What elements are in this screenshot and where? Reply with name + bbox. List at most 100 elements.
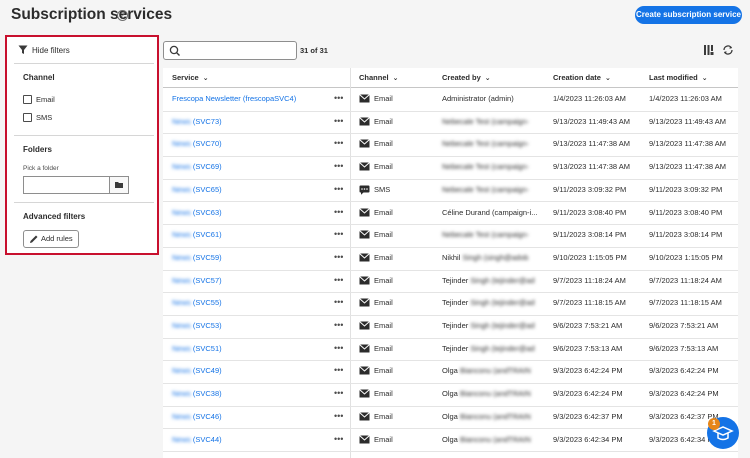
email-icon [359,411,370,423]
created-by: Tejinder Singh (tejinder@ad [442,344,535,353]
chevron-down-icon: ⌄ [202,75,209,82]
folder-picker-button[interactable] [109,176,129,194]
table-row[interactable]: News (SVC51) ••• Email Tejinder Singh (teji… [163,338,738,362]
table-row[interactable]: Frescopa Newsletter (frescopaSVC4) ••• Ema… [163,88,738,112]
service-link[interactable]: News (SVC59) [172,253,222,262]
more-actions-icon[interactable]: ••• [334,207,343,217]
created-by: Nebecale Test (campaign- [442,117,529,126]
table-row[interactable]: News (SVC44) ••• Email Olga Bianconu (andTR… [163,429,738,453]
more-actions-icon[interactable]: ••• [334,184,343,194]
service-link[interactable]: News (SVC44) [172,435,222,444]
service-link[interactable]: News (SVC69) [172,162,222,171]
creation-date: 9/10/2023 1:15:05 PM [553,252,627,262]
table-row[interactable]: News (SVC63) ••• Email Céline Durand (campa… [163,202,738,226]
more-actions-icon[interactable]: ••• [334,138,343,148]
service-link[interactable]: News (SVC70) [172,139,222,148]
more-actions-icon[interactable]: ••• [334,275,343,285]
create-subscription-service-button[interactable]: Create subscription service [635,6,742,24]
creation-date: 9/13/2023 11:47:38 AM [553,162,631,172]
last-modified-date: 9/10/2023 1:15:05 PM [649,252,723,262]
email-icon [359,253,370,264]
table-row[interactable]: News (SVC53) ••• Email Tejinder Singh (teji… [163,315,738,339]
help-icon[interactable]: ? [117,10,128,21]
notification-badge: 1 [708,418,720,430]
table-row[interactable]: News (SVC70) ••• Email Nebecale Test (campa… [163,133,738,158]
column-header-creation-date[interactable]: Creation date ⌄ [553,73,611,82]
column-header-channel[interactable]: Channel ⌄ [359,73,398,82]
more-actions-icon[interactable]: ••• [334,252,343,262]
add-rules-button[interactable]: Add rules [23,230,79,248]
checkbox-email[interactable] [23,95,32,104]
service-link[interactable]: News (SVC53) [172,321,222,330]
table-row[interactable]: News (SVC57) ••• Email Tejinder Singh (teji… [163,270,738,294]
table-row[interactable]: News (SVC38) ••• Email Olga Bianconu (andTR… [163,383,738,407]
service-link[interactable]: Frescopa Newsletter (frescopaSVC4) [172,94,296,103]
column-settings-icon[interactable] [703,44,715,56]
table-row[interactable]: News (SVC73) ••• Email Nebecale Test (campa… [163,111,738,135]
table-row[interactable]: News (SVC65) ••• SMS Nebecale Test (campaig… [163,179,738,203]
more-actions-icon[interactable]: ••• [334,365,343,375]
service-name: News [172,116,191,126]
service-id: (SVC44) [192,434,222,444]
service-id: (SVC73) [192,116,222,126]
service-id: (SVC59) [192,252,222,262]
service-link[interactable]: News (SVC49) [172,366,222,375]
service-link[interactable]: News (SVC46) [172,412,222,421]
service-name: News [172,389,191,399]
more-actions-icon[interactable]: ••• [334,434,343,444]
column-header-created-by[interactable]: Created by ⌄ [442,73,491,82]
checkbox-label-sms: SMS [36,113,53,122]
table-row[interactable]: News (SVC55) ••• Email Tejinder Singh (teji… [163,292,738,316]
service-link[interactable]: News (SVC61) [172,230,222,239]
email-icon [359,298,370,309]
email-icon [359,139,370,150]
service-name: News [172,162,191,172]
filters-panel: Hide filters Channel Email SMS Folders P… [5,35,159,255]
last-modified-date: 9/3/2023 6:42:24 PM [649,366,719,376]
created-by-redacted: Singh (singh@adob [462,252,529,262]
table-row[interactable]: News (SVC46) ••• Email Olga Bianconu (andTR… [163,406,738,430]
more-actions-icon[interactable]: ••• [334,116,343,126]
created-by-name: Olga [442,389,458,399]
service-link[interactable]: News (SVC63) [172,208,222,217]
folder-icon [115,182,123,188]
created-by: Tejinder Singh (tejinder@ad [442,321,535,330]
more-actions-icon[interactable]: ••• [334,388,343,398]
more-actions-icon[interactable]: ••• [334,93,343,103]
table-row[interactable]: News (SVC69) ••• Email Nebecale Test (campa… [163,156,738,180]
more-actions-icon[interactable]: ••• [334,411,343,421]
created-by: Olga Bianconu (andTRAIN [442,412,531,421]
column-header-label: Created by [442,73,481,82]
channel-label: Email [374,162,393,172]
column-header-last-modified[interactable]: Last modified ⌄ [649,73,708,82]
service-link[interactable]: News (SVC57) [172,276,222,285]
more-actions-icon[interactable]: ••• [334,320,343,330]
checkbox-sms[interactable] [23,113,32,122]
channel-label: Email [374,389,393,399]
service-link[interactable]: News (SVC51) [172,344,222,353]
service-link[interactable]: News (SVC65) [172,185,222,194]
channel-section-title: Channel [23,73,55,82]
table-row[interactable]: News (SVC59) ••• Email Nikhil Singh (singh@… [163,247,738,271]
channel-label: SMS [374,184,391,194]
search-input[interactable] [163,41,297,60]
created-by-redacted: Bianconu (andTRAIN [459,434,531,444]
service-link[interactable]: News (SVC55) [172,298,222,307]
service-link[interactable]: News (SVC38) [172,389,222,398]
created-by-redacted: Singh (tejinder@ad [470,275,535,285]
add-rules-label: Add rules [41,234,73,243]
service-link[interactable]: News (SVC73) [172,117,222,126]
table-row[interactable]: News (SVC49) ••• Email Olga Bianconu (andTR… [163,360,738,385]
channel-label: Email [374,116,393,126]
column-header-service[interactable]: Service ⌄ [172,73,209,82]
more-actions-icon[interactable]: ••• [334,161,343,171]
more-actions-icon[interactable]: ••• [334,297,343,307]
more-actions-icon[interactable]: ••• [334,343,343,353]
refresh-icon[interactable] [722,44,734,56]
created-by-name: Nikhil [442,252,461,262]
creation-date: 9/11/2023 3:08:14 PM [553,230,627,240]
table-row[interactable]: News (SVC61) ••• Email Nebecale Test (campa… [163,224,738,248]
more-actions-icon[interactable]: ••• [334,229,343,239]
folder-input[interactable] [23,176,111,194]
created-by-name: Tejinder [442,275,469,285]
